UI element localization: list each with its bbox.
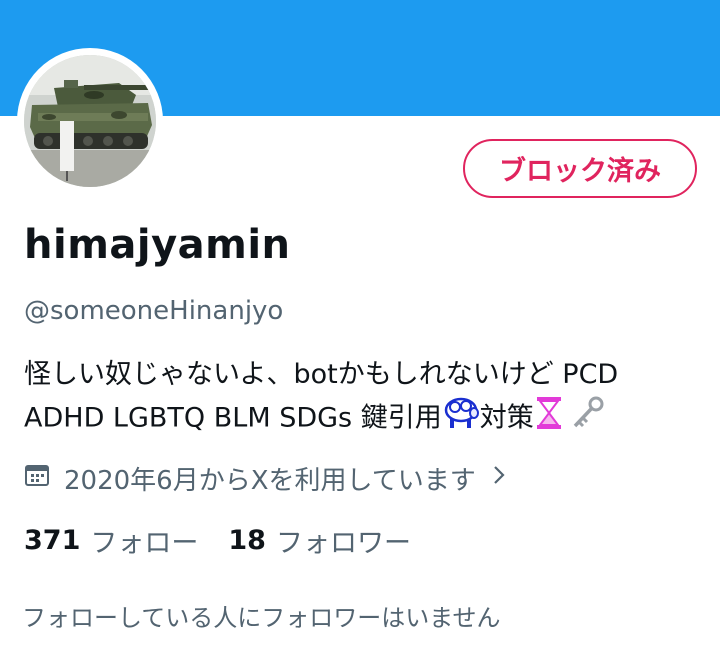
bio-line-1: 怪しい奴じゃないよ、botかもしれないけど PCD [24,359,619,390]
bio-line-2: ADHD LGBTQ BLM SDGs 鍵引用 対策 [24,395,704,443]
following-count: 371 [24,524,81,556]
display-name: himajyamin [24,222,291,268]
username-handle: @someoneHinanjyo [24,296,284,326]
avatar[interactable] [24,55,156,187]
followers-label: フォロワー [275,527,411,559]
following-link[interactable]: 371 フォロー [24,521,198,560]
follow-stats: 371 フォロー 18 フォロワー [24,520,411,560]
calendar-icon [24,462,50,495]
hourglass-emoji-icon [534,395,564,443]
bio-line-2-text: ADHD LGBTQ BLM SDGs 鍵引用 [24,402,442,434]
following-label: フォロー [90,527,199,559]
mutual-followers-text: フォローしている人にフォロワーはいません [22,604,501,632]
chevron-right-icon [492,463,506,493]
avatar-tank-image [24,55,156,187]
profile-bio: 怪しい奴じゃないよ、botかもしれないけど PCD ADHD LGBTQ BLM… [24,355,704,443]
joined-date-row[interactable]: 2020年6月からXを利用しています [24,458,506,498]
sheep-emoji-icon [442,395,480,443]
followers-count: 18 [228,524,266,556]
joined-date-text: 2020年6月からXを利用しています [64,465,476,496]
key-emoji-icon [570,395,606,443]
blocked-button[interactable]: ブロック済み [463,139,697,198]
bio-line-2-mid: 対策 [479,402,534,434]
followers-link[interactable]: 18 フォロワー [228,521,411,560]
